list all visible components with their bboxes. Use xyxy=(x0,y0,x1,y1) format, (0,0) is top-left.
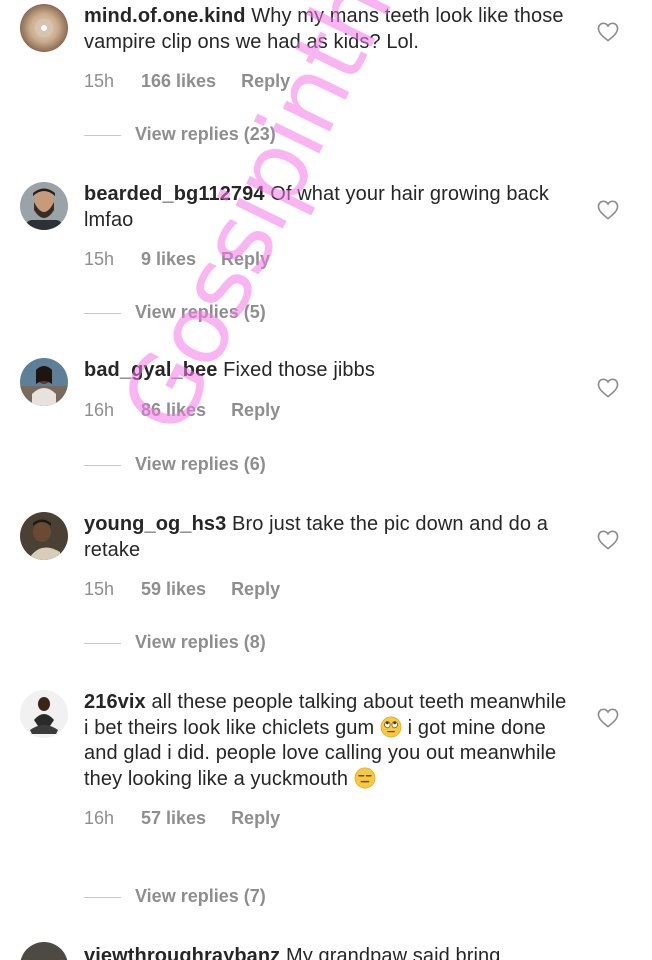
replies-divider xyxy=(84,896,121,898)
replies-divider xyxy=(84,464,121,466)
comment-text: mind.of.one.kind Why my mans teeth look … xyxy=(84,4,574,55)
comment-username[interactable]: viewthroughraybanz xyxy=(84,945,280,960)
comment-username[interactable]: 216vix xyxy=(84,691,146,713)
woman-photo-avatar-icon xyxy=(20,358,68,406)
heart-outline-icon[interactable] xyxy=(597,378,619,398)
bearded-man-avatar-icon xyxy=(20,182,68,230)
avatar[interactable] xyxy=(20,512,68,560)
reply-button[interactable]: Reply xyxy=(231,577,280,601)
comment-likes[interactable]: 57 likes xyxy=(141,806,206,830)
view-replies-button[interactable]: View replies (23) xyxy=(84,122,276,146)
replies-divider xyxy=(84,312,121,314)
rolling-eyes-emoji-icon xyxy=(380,716,402,737)
comment-item-partial: viewthroughraybanz My grandpaw said brin… xyxy=(0,940,652,960)
comment-username[interactable]: bearded_bg112794 xyxy=(84,183,265,205)
comment-likes[interactable]: 166 likes xyxy=(141,69,216,93)
comment-message: Fixed those jibbs xyxy=(223,359,375,381)
view-replies-label: View replies (6) xyxy=(135,454,266,474)
avatar[interactable] xyxy=(20,182,68,230)
comment-message: My grandpaw said bring xyxy=(285,945,501,960)
avatar[interactable] xyxy=(20,358,68,406)
comment-meta: 16h 57 likes Reply xyxy=(84,806,574,830)
heart-outline-icon[interactable] xyxy=(597,200,619,220)
avatar[interactable] xyxy=(20,4,68,52)
comment-likes[interactable]: 59 likes xyxy=(141,577,206,601)
comment-text: bad_gyal_bee Fixed those jibbs xyxy=(84,358,574,384)
replies-divider xyxy=(84,642,121,644)
heart-outline-icon[interactable] xyxy=(597,708,619,728)
comment-time: 16h xyxy=(84,399,115,420)
comment-likes[interactable]: 9 likes xyxy=(141,247,196,271)
expressionless-emoji-icon xyxy=(354,767,376,788)
comment-likes[interactable]: 86 likes xyxy=(141,398,206,422)
woman-sitting-avatar-icon xyxy=(20,690,68,738)
comment-meta: 15h 166 likes Reply xyxy=(84,69,574,93)
view-replies-button[interactable]: View replies (8) xyxy=(84,630,266,654)
comment-time: 15h xyxy=(84,249,115,269)
reply-button[interactable]: Reply xyxy=(231,398,280,422)
avatar[interactable] xyxy=(20,690,68,738)
comment-body: viewthroughraybanz My grandpaw said brin… xyxy=(84,940,574,960)
partial-avatar-icon xyxy=(20,942,68,960)
view-replies-button[interactable]: View replies (6) xyxy=(84,452,266,476)
cd-disc-avatar-icon xyxy=(20,4,68,52)
view-replies-label: View replies (5) xyxy=(135,302,266,322)
avatar[interactable] xyxy=(20,942,68,960)
heart-outline-icon[interactable] xyxy=(597,530,619,550)
comment-text: bearded_bg112794 Of what your hair growi… xyxy=(84,182,574,233)
replies-divider xyxy=(84,134,121,136)
view-replies-label: View replies (7) xyxy=(135,886,266,906)
comment-text: viewthroughraybanz My grandpaw said brin… xyxy=(84,944,574,960)
comment-time: 16h xyxy=(84,808,115,828)
comment-text: 216vix all these people talking about te… xyxy=(84,690,574,792)
reply-button[interactable]: Reply xyxy=(241,69,290,93)
view-replies-label: View replies (23) xyxy=(135,124,276,144)
comment-username[interactable]: young_og_hs3 xyxy=(84,513,226,535)
comment-meta: 16h 86 likes Reply xyxy=(84,398,574,422)
comment-meta: 15h 9 likes Reply xyxy=(84,247,574,271)
comment-username[interactable]: bad_gyal_bee xyxy=(84,359,218,381)
comment-username[interactable]: mind.of.one.kind xyxy=(84,5,246,27)
comment-meta: 15h 59 likes Reply xyxy=(84,577,574,601)
comment-text: young_og_hs3 Bro just take the pic down … xyxy=(84,512,574,563)
man-photo-avatar-icon xyxy=(20,512,68,560)
comment-time: 15h xyxy=(84,579,115,599)
reply-button[interactable]: Reply xyxy=(221,247,270,271)
view-replies-button[interactable]: View replies (5) xyxy=(84,300,266,324)
heart-outline-icon[interactable] xyxy=(597,22,619,42)
view-replies-label: View replies (8) xyxy=(135,632,266,652)
comment-time: 15h xyxy=(84,71,115,91)
view-replies-button[interactable]: View replies (7) xyxy=(84,884,266,908)
reply-button[interactable]: Reply xyxy=(231,806,280,830)
